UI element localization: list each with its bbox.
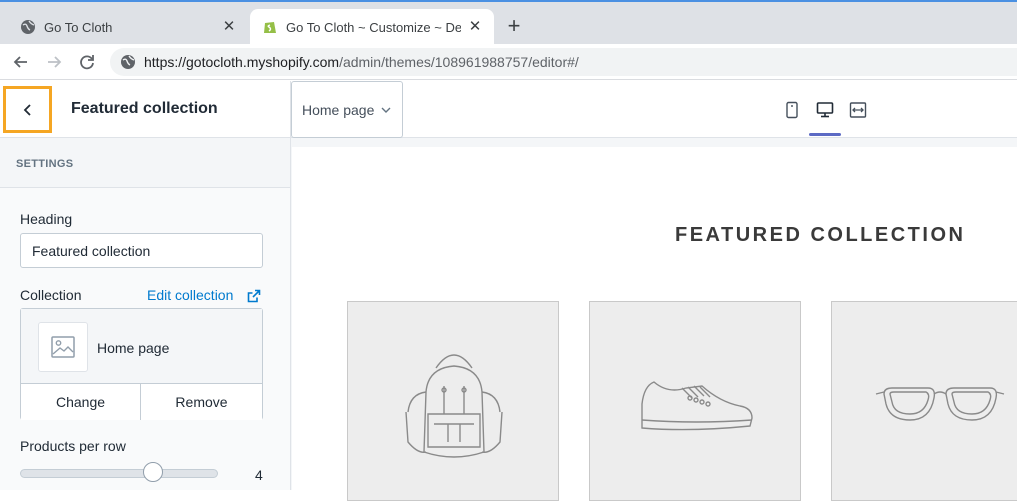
heading-input-wrapper bbox=[20, 233, 263, 268]
products-per-row-slider-handle[interactable] bbox=[142, 462, 163, 482]
close-tab-icon[interactable]: ✕ bbox=[220, 18, 238, 36]
collection-name: Home page bbox=[97, 340, 170, 356]
settings-section-label: SETTINGS bbox=[16, 158, 74, 170]
close-tab-icon[interactable]: ✕ bbox=[466, 18, 484, 36]
back-arrow-icon[interactable] bbox=[10, 51, 32, 73]
products-per-row-slider[interactable] bbox=[20, 469, 218, 478]
featured-collection-title: FEATURED COLLECTION bbox=[675, 224, 966, 246]
back-button[interactable] bbox=[3, 86, 52, 133]
settings-section-header: SETTINGS bbox=[0, 138, 290, 188]
site-info-icon[interactable] bbox=[120, 54, 136, 70]
full-width-view-icon[interactable] bbox=[849, 101, 867, 119]
storefront-preview: FEATURED COLLECTION bbox=[292, 147, 1017, 501]
product-card[interactable] bbox=[347, 301, 559, 501]
page-selector-label: Home page bbox=[302, 102, 375, 118]
browser-tab-strip: Go To Cloth ✕ Go To Cloth ~ Customize ~ … bbox=[0, 0, 1017, 46]
globe-icon bbox=[21, 20, 35, 34]
chevron-left-icon bbox=[23, 103, 31, 116]
heading-input[interactable] bbox=[21, 234, 262, 267]
product-card[interactable] bbox=[831, 301, 1017, 501]
collection-card: Home page Change Remove bbox=[20, 308, 263, 420]
edit-collection-link[interactable]: Edit collection bbox=[147, 287, 233, 303]
browser-toolbar: https://gotocloth.myshopify.com/admin/th… bbox=[0, 44, 1017, 80]
url-host: https://gotocloth.myshopify.com bbox=[144, 54, 340, 70]
external-link-icon[interactable] bbox=[247, 289, 261, 303]
heading-label: Heading bbox=[20, 211, 73, 227]
shopify-bag-icon bbox=[264, 22, 276, 33]
remove-collection-button[interactable]: Remove bbox=[141, 384, 262, 420]
backpack-icon bbox=[405, 354, 503, 458]
editor-topbar: Home page bbox=[291, 81, 1017, 138]
image-placeholder-icon bbox=[51, 336, 75, 358]
sneaker-icon bbox=[641, 381, 753, 431]
tab-title: Go To Cloth ~ Customize ~ Debut bbox=[286, 20, 461, 35]
desktop-view-icon[interactable] bbox=[816, 101, 834, 119]
page-selector[interactable]: Home page bbox=[291, 81, 403, 138]
sidebar-title: Featured collection bbox=[71, 100, 218, 117]
new-tab-button[interactable]: + bbox=[503, 15, 525, 38]
collection-thumbnail bbox=[38, 322, 88, 372]
browser-tab-customize[interactable]: Go To Cloth ~ Customize ~ Debut ✕ bbox=[250, 9, 494, 46]
url-text: https://gotocloth.myshopify.com/admin/th… bbox=[144, 54, 579, 70]
chevron-down-icon bbox=[381, 107, 391, 113]
address-bar[interactable]: https://gotocloth.myshopify.com/admin/th… bbox=[110, 48, 1017, 76]
products-per-row-label: Products per row bbox=[20, 438, 126, 454]
collection-label: Collection bbox=[20, 287, 82, 303]
change-collection-button[interactable]: Change bbox=[21, 384, 141, 420]
product-card[interactable] bbox=[589, 301, 801, 501]
reload-icon[interactable] bbox=[76, 51, 98, 73]
active-view-indicator bbox=[809, 133, 841, 136]
sunglasses-icon bbox=[875, 387, 1005, 421]
browser-tab-go-to-cloth[interactable]: Go To Cloth ✕ bbox=[8, 9, 248, 46]
settings-sidebar: SETTINGS Heading Collection Edit collect… bbox=[0, 138, 290, 490]
collection-summary: Home page bbox=[21, 309, 262, 384]
sidebar-header: Featured collection bbox=[0, 81, 290, 138]
tab-title: Go To Cloth bbox=[44, 20, 113, 35]
forward-arrow-icon[interactable] bbox=[43, 51, 65, 73]
mobile-view-icon[interactable] bbox=[783, 101, 801, 119]
url-path: /admin/themes/108961988757/editor#/ bbox=[339, 54, 579, 70]
products-per-row-value: 4 bbox=[255, 467, 263, 483]
